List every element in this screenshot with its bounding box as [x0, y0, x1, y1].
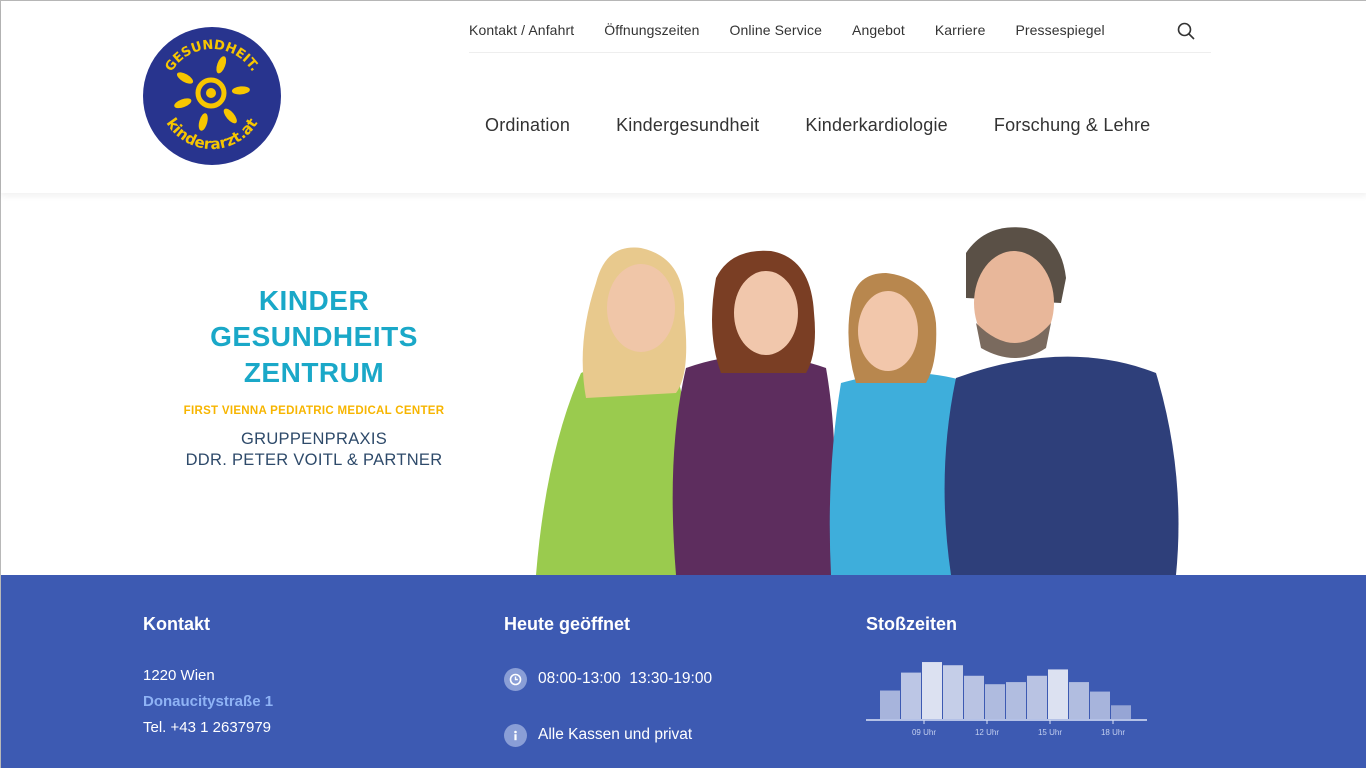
chart-tick-label: 12 Uhr — [975, 728, 999, 737]
hero-practice-line: DDR. PETER VOITL & PARTNER — [185, 451, 443, 469]
main-nav: Ordination Kindergesundheit Kinderkardio… — [485, 113, 1196, 137]
chart-bar — [1090, 691, 1110, 719]
chart-bar — [1111, 705, 1131, 719]
chart-tick-label: 18 Uhr — [1101, 728, 1125, 737]
insurance-text: Alle Kassen und privat — [538, 726, 693, 743]
peak-times-column: Stoßzeiten — [866, 611, 957, 637]
peak-times-heading: Stoßzeiten — [866, 614, 958, 634]
main-nav-ordination[interactable]: Ordination — [485, 113, 570, 137]
chart-bar — [1027, 675, 1047, 719]
hero-section: KINDER GESUNDHEITS ZENTRUM FIRST VIENNA … — [1, 193, 1366, 575]
info-footer: Kontakt 1220 Wien Donaucitystraße 1 Tel.… — [1, 575, 1366, 768]
top-nav-angebot[interactable]: Angebot — [852, 19, 905, 41]
svg-text:GESUNDHEIT.: GESUNDHEIT. — [162, 38, 261, 75]
top-nav-pressespiegel[interactable]: Pressespiegel — [1015, 19, 1104, 41]
hero-title-line: GESUNDHEITS — [210, 321, 418, 352]
team-member-1 — [536, 247, 697, 575]
info-icon — [504, 723, 527, 747]
opening-hours: 08:00-13:00 13:30-19:00 — [538, 670, 713, 687]
chart-bar — [922, 662, 942, 719]
svg-text:kinderarzt.at: kinderarzt.at — [163, 115, 262, 154]
chart-tick-label: 09 Uhr — [912, 728, 936, 737]
top-nav-karriere[interactable]: Karriere — [935, 19, 986, 41]
main-nav-kindergesundheit[interactable]: Kindergesundheit — [616, 113, 759, 137]
insurance-row: Alle Kassen und privat — [504, 723, 712, 747]
top-nav-online-service[interactable]: Online Service — [730, 19, 822, 41]
hero-practice-line: GRUPPENPRAXIS — [240, 430, 388, 448]
peak-times-chart: 09 Uhr 12 Uhr 15 Uhr 18 Uhr — [866, 662, 1147, 737]
contact-heading: Kontakt — [143, 614, 210, 634]
team-photo — [536, 227, 1179, 575]
chart-bar — [1006, 682, 1026, 719]
top-nav-oeffnungszeiten[interactable]: Öffnungszeiten — [604, 19, 699, 41]
contact-street-link[interactable]: Donaucitystraße 1 — [143, 689, 273, 715]
hero-practice: GRUPPENPRAXIS DDR. PETER VOITL & PARTNER — [151, 429, 477, 471]
chart-bar — [1069, 682, 1089, 719]
today-open-column: Heute geöffnet 08:00-13:00 13:30-19:00 A… — [504, 611, 712, 747]
opening-hours-row: 08:00-13:00 13:30-19:00 — [504, 667, 712, 691]
hero-title-line: ZENTRUM — [243, 357, 385, 388]
chart-bar — [880, 690, 900, 719]
clock-icon — [504, 667, 527, 691]
search-icon[interactable] — [1176, 21, 1196, 41]
top-nav-kontakt[interactable]: Kontakt / Anfahrt — [469, 19, 574, 41]
hero-title-line: KINDER — [258, 285, 370, 316]
contact-phone[interactable]: Tel. +43 1 2637979 — [143, 715, 273, 741]
site-logo[interactable]: GESUNDHEIT. kinderarzt.at — [143, 27, 281, 165]
top-nav: Kontakt / Anfahrt Öffnungszeiten Online … — [469, 19, 1211, 53]
hero-text: KINDER GESUNDHEITS ZENTRUM FIRST VIENNA … — [151, 283, 477, 471]
site-header: GESUNDHEIT. kinderarzt.at Kontakt / Anfa… — [1, 1, 1366, 193]
main-nav-forschung-lehre[interactable]: Forschung & Lehre — [994, 113, 1151, 137]
hero-subtitle: FIRST VIENNA PEDIATRIC MEDICAL CENTER — [183, 405, 445, 417]
chart-bar — [1048, 669, 1068, 719]
contact-column: Kontakt 1220 Wien Donaucitystraße 1 Tel.… — [143, 611, 273, 741]
logo-top-text: GESUNDHEIT. — [162, 38, 261, 75]
chart-bar — [901, 672, 921, 719]
contact-city: 1220 Wien — [143, 667, 215, 684]
hero-title: KINDER GESUNDHEITS ZENTRUM — [151, 283, 477, 391]
logo-bottom-text: kinderarzt.at — [163, 115, 262, 154]
chart-bar — [964, 675, 984, 719]
sun-logo-icon: GESUNDHEIT. kinderarzt.at — [162, 38, 262, 154]
today-open-heading: Heute geöffnet — [504, 614, 630, 634]
team-member-4 — [944, 227, 1179, 575]
team-member-2 — [672, 250, 835, 575]
chart-tick-label: 15 Uhr — [1038, 728, 1062, 737]
chart-bar — [985, 684, 1005, 719]
chart-bar — [943, 665, 963, 719]
main-nav-kinderkardiologie[interactable]: Kinderkardiologie — [805, 113, 948, 137]
